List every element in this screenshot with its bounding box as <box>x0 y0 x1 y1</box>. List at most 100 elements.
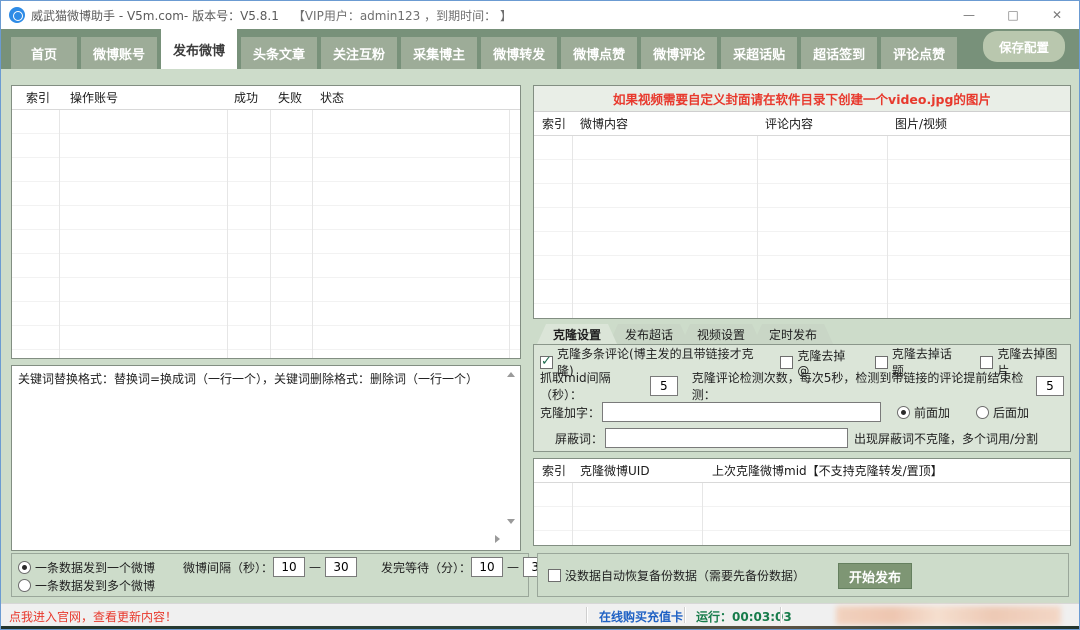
add-text-label: 克隆加字： <box>540 404 600 421</box>
wait-label: 发完等待（分）： <box>381 559 471 576</box>
tab-follow[interactable]: 关注互粉 <box>321 37 397 69</box>
keywords-textarea[interactable]: 关键词替换格式：替换词=换成词（一行一个），关键词删除格式：删除词（一行一个） <box>11 365 521 551</box>
col-media: 图片/视频 <box>895 115 947 132</box>
checkbox-remove-at[interactable] <box>780 356 793 369</box>
add-text-input[interactable] <box>602 402 881 422</box>
title-bar[interactable]: 威武猫微博助手 - V5m.com- 版本号：V5.8.1 【VIP用户：adm… <box>1 1 1079 29</box>
column-separator <box>572 112 573 318</box>
tab-collect-supertopic[interactable]: 采超话贴 <box>721 37 797 69</box>
col-index: 索引 <box>542 462 566 479</box>
checkbox-label: 没数据自动恢复备份数据（需要先备份数据） <box>565 567 805 584</box>
vip-info: 【VIP用户：admin123 ，到期时间： 】 <box>293 7 512 24</box>
interval-from-input[interactable] <box>273 557 305 577</box>
main-tab-bar: 首页 微博账号 发布微博 头条文章 关注互粉 采集博主 微博转发 微博点赞 微博… <box>1 29 1079 69</box>
checkbox-clone-multi-comments[interactable] <box>540 356 553 369</box>
tab-comment-like[interactable]: 评论点赞 <box>881 37 957 69</box>
tab-weibo-accounts[interactable]: 微博账号 <box>81 37 157 69</box>
block-words-label: 屏蔽词： <box>555 430 603 447</box>
status-separator <box>586 607 587 623</box>
interval-to-input[interactable] <box>325 557 357 577</box>
content-table-header: 索引 微博内容 评论内容 图片/视频 <box>534 112 1070 136</box>
weibo-content-box: 如果视频需要自定义封面请在软件目录下创建一个video.jpg的图片 索引 微博… <box>533 85 1071 319</box>
mid-interval-input[interactable] <box>650 376 678 396</box>
subtab-scheduled-publish[interactable]: 定时发布 <box>753 324 833 344</box>
wait-from-input[interactable] <box>471 557 503 577</box>
window-title: 威武猫微博助手 - V5m.com- 版本号：V5.8.1 <box>31 7 279 24</box>
col-account: 操作账号 <box>70 89 118 106</box>
status-bar: 点我进入官网，查看更新内容！ 在线购买充值卡 运行：00:03:03 <box>1 603 1079 626</box>
subtab-clone-settings[interactable]: 克隆设置 <box>537 324 617 344</box>
range-dash: — <box>507 560 519 574</box>
col-failed: 失败 <box>278 89 302 106</box>
run-label: 运行： <box>696 610 732 624</box>
content-table-body[interactable] <box>534 136 1070 318</box>
col-clone-uid: 克隆微博UID <box>580 462 650 479</box>
tab-headline-articles[interactable]: 头条文章 <box>241 37 317 69</box>
close-icon[interactable]: ✕ <box>1035 1 1079 29</box>
radio-label: 后面加 <box>993 404 1029 421</box>
tab-weibo-repost[interactable]: 微博转发 <box>481 37 557 69</box>
radio-append[interactable] <box>976 406 989 419</box>
scroll-right-icon[interactable] <box>495 535 500 543</box>
radio-one-data-many-weibo[interactable] <box>18 579 31 592</box>
content-table: 索引 微博内容 评论内容 图片/视频 <box>534 112 1070 318</box>
checkbox-restore-backup[interactable] <box>548 569 561 582</box>
accounts-table-body[interactable] <box>12 110 520 358</box>
clone-settings-panel: 克隆多条评论(博主发的且带链接才克隆) 克隆去掉@ 克隆去掉话题 克隆去掉图片 … <box>533 344 1071 452</box>
clone-table-header: 索引 克隆微博UID 上次克隆微博mid【不支持克隆转发/置顶】 <box>534 459 1070 483</box>
tab-publish-weibo[interactable]: 发布微博 <box>161 29 237 69</box>
publish-actions-box: 没数据自动恢复备份数据（需要先备份数据） 开始发布 <box>537 553 1069 597</box>
block-words-hint: 出现屏蔽词不克隆，多个词用/分割 <box>854 430 1038 447</box>
range-dash: — <box>309 560 321 574</box>
col-index: 索引 <box>542 115 566 132</box>
subtab-video-settings[interactable]: 视频设置 <box>681 324 761 344</box>
tab-weibo-like[interactable]: 微博点赞 <box>561 37 637 69</box>
column-separator <box>509 86 510 358</box>
checkbox-remove-image[interactable] <box>980 356 993 369</box>
radio-label: 一条数据发到一个微博 <box>35 559 155 576</box>
status-separator <box>684 607 685 623</box>
official-site-link[interactable]: 点我进入官网，查看更新内容！ <box>9 608 177 625</box>
col-weibo-content: 微博内容 <box>580 115 628 132</box>
checkbox-remove-topic[interactable] <box>875 356 888 369</box>
col-status: 状态 <box>320 89 344 106</box>
video-cover-hint: 如果视频需要自定义封面请在软件目录下创建一个video.jpg的图片 <box>534 86 1070 112</box>
tab-collect-bloggers[interactable]: 采集博主 <box>401 37 477 69</box>
radio-one-data-one-weibo[interactable] <box>18 561 31 574</box>
run-time: 运行：00:03:03 <box>696 608 792 625</box>
subtab-publish-supertopic[interactable]: 发布超话 <box>609 324 689 344</box>
detect-count-input[interactable] <box>1036 376 1064 396</box>
scroll-down-icon[interactable] <box>507 519 515 524</box>
run-time-value: 00:03:03 <box>732 610 792 624</box>
app-window: 威武猫微博助手 - V5m.com- 版本号：V5.8.1 【VIP用户：adm… <box>0 0 1080 630</box>
mid-interval-label: 抓取mid间隔（秒）： <box>540 369 648 403</box>
accounts-table-header: 索引 操作账号 成功 失败 状态 <box>12 86 520 110</box>
col-comment-content: 评论内容 <box>765 115 813 132</box>
column-separator <box>312 86 313 358</box>
col-last-mid: 上次克隆微博mid【不支持克隆转发/置顶】 <box>712 462 943 479</box>
tab-home[interactable]: 首页 <box>11 37 77 69</box>
buy-card-link[interactable]: 在线购买充值卡 <box>599 608 683 625</box>
weibo-interval-label: 微博间隔（秒）： <box>183 559 273 576</box>
radio-label: 前面加 <box>914 404 950 421</box>
tab-weibo-comment[interactable]: 微博评论 <box>641 37 717 69</box>
radio-prepend[interactable] <box>897 406 910 419</box>
scroll-up-icon[interactable] <box>507 372 515 377</box>
radio-label: 一条数据发到多个微博 <box>35 577 155 594</box>
column-separator <box>59 86 60 358</box>
main-area: 索引 操作账号 成功 失败 状态 关键词替换格式：替换词=换成词（一行一个），关… <box>1 69 1080 603</box>
column-separator <box>227 86 228 358</box>
send-options-box: 一条数据发到一个微博 微博间隔（秒）： — 发完等待（分）： — 一条数据发到多… <box>11 553 529 597</box>
block-words-input[interactable] <box>605 428 848 448</box>
start-publish-button[interactable]: 开始发布 <box>838 563 912 589</box>
minimize-icon[interactable]: — <box>947 1 991 29</box>
watermark-blur <box>836 606 1061 625</box>
clone-table-body[interactable] <box>534 483 1070 545</box>
accounts-table: 索引 操作账号 成功 失败 状态 <box>11 85 521 359</box>
maximize-icon[interactable]: □ <box>991 1 1035 29</box>
column-separator <box>270 86 271 358</box>
tab-supertopic-checkin[interactable]: 超话签到 <box>801 37 877 69</box>
save-config-button[interactable]: 保存配置 <box>983 31 1065 62</box>
window-bottom-edge <box>1 626 1079 630</box>
col-success: 成功 <box>234 89 258 106</box>
